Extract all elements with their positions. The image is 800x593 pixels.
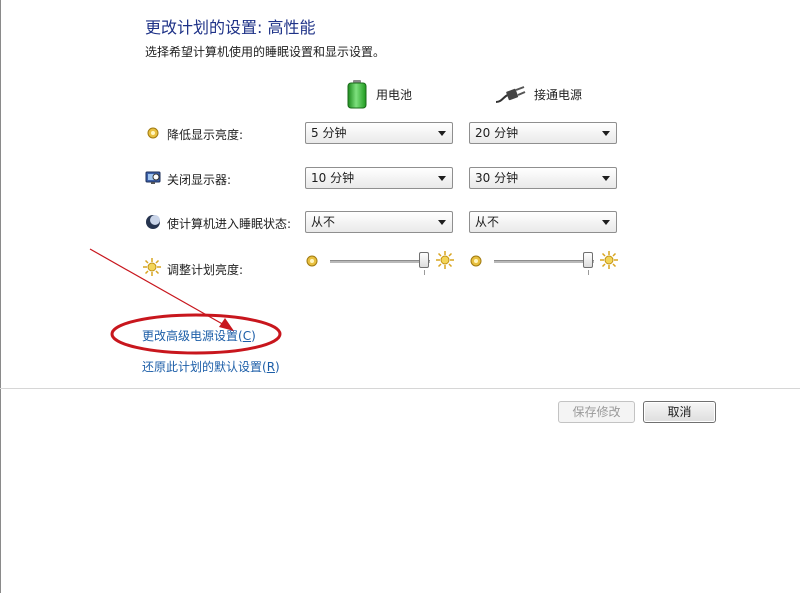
save-changes-button[interactable]: 保存修改: [558, 401, 635, 423]
annotation-overlay: [89, 248, 282, 355]
cancel-button[interactable]: 取消: [643, 401, 716, 423]
footer-separator: [0, 388, 800, 389]
annotation-ellipse: [110, 313, 282, 355]
annotation-arrow-head: [219, 318, 234, 331]
